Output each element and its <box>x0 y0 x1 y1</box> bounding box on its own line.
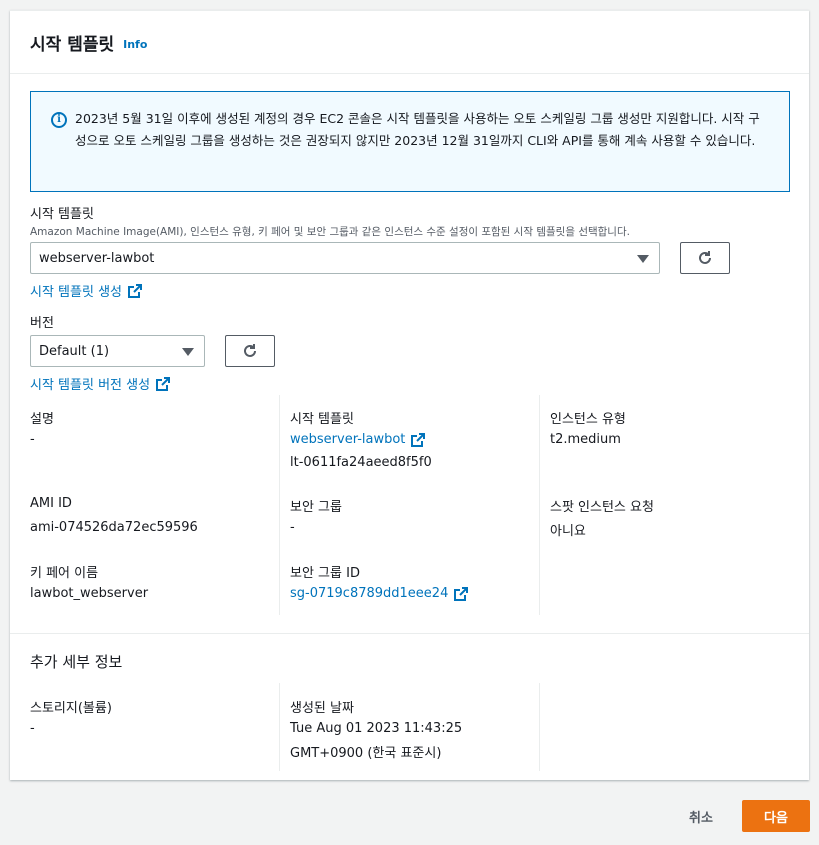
description-value: - <box>30 432 35 447</box>
template-detail-label: 시작 템플릿 <box>290 412 354 427</box>
external-link-icon <box>411 432 426 447</box>
column-divider <box>279 395 280 615</box>
key-pair-label: 키 페어 이름 <box>30 566 99 581</box>
version-field-label: 버전 <box>30 316 54 331</box>
created-date-line1: Tue Aug 01 2023 11:43:25 <box>290 721 463 736</box>
spot-request-value: 아니요 <box>550 524 586 539</box>
security-group-id-label: 보안 그룹 ID <box>290 566 360 581</box>
instance-type-value: t2.medium <box>550 432 621 447</box>
storage-label: 스토리지(볼륨) <box>30 701 112 716</box>
template-select[interactable]: webserver-lawbot <box>30 242 660 274</box>
template-id-value: lt-0611fa24aeed8f5f0 <box>290 455 432 470</box>
external-link-icon <box>454 586 469 601</box>
version-select-value: Default (1) <box>39 343 110 359</box>
template-detail-link-label: webserver-lawbot <box>290 432 406 447</box>
version-refresh-button[interactable] <box>225 335 275 367</box>
create-version-link[interactable]: 시작 템플릿 버전 생성 <box>30 374 171 393</box>
template-detail-link[interactable]: webserver-lawbot <box>290 432 426 447</box>
info-alert: i 2023년 5월 31일 이후에 생성된 계정의 경우 EC2 콘솔은 시작… <box>30 91 790 192</box>
template-select-value: webserver-lawbot <box>39 250 155 266</box>
refresh-icon <box>699 251 711 264</box>
next-button[interactable]: 다음 <box>742 800 810 832</box>
caret-down-icon <box>637 255 649 263</box>
cancel-button[interactable]: 취소 <box>681 800 721 832</box>
refresh-icon <box>244 344 256 357</box>
version-select[interactable]: Default (1) <box>30 335 205 367</box>
info-link[interactable]: Info <box>123 38 147 51</box>
alert-text: 2023년 5월 31일 이후에 생성된 계정의 경우 EC2 콘솔은 시작 템… <box>75 111 760 148</box>
template-refresh-button[interactable] <box>680 242 730 274</box>
instance-type-label: 인스턴스 유형 <box>550 412 626 427</box>
column-divider <box>539 683 540 771</box>
template-field-label: 시작 템플릿 <box>30 207 94 222</box>
ami-id-value: ami-074526da72ec59596 <box>30 520 198 535</box>
security-group-id-link-label: sg-0719c8789dd1eee24 <box>290 586 449 601</box>
column-divider <box>539 395 540 615</box>
description-label: 설명 <box>30 412 54 427</box>
create-template-link-label: 시작 템플릿 생성 <box>30 285 122 300</box>
info-icon: i <box>51 112 67 128</box>
caret-down-icon <box>182 348 194 356</box>
created-date-line2: GMT+0900 (한국 표준시) <box>290 746 442 761</box>
security-group-id-link[interactable]: sg-0719c8789dd1eee24 <box>290 586 469 601</box>
storage-value: - <box>30 721 35 736</box>
external-link-icon <box>128 283 142 298</box>
additional-details-title: 추가 세부 정보 <box>30 653 123 671</box>
security-group-value: - <box>290 520 295 535</box>
template-field-description: Amazon Machine Image(AMI), 인스턴스 유형, 키 페어… <box>30 226 630 238</box>
ami-id-label: AMI ID <box>30 496 72 511</box>
column-divider <box>279 683 280 771</box>
panel-title: 시작 템플릿 <box>30 34 115 55</box>
create-version-link-label: 시작 템플릿 버전 생성 <box>30 378 151 393</box>
external-link-icon <box>156 376 171 391</box>
launch-template-panel: 시작 템플릿 Info i 2023년 5월 31일 이후에 생성된 계정의 경… <box>10 10 809 780</box>
section-divider <box>10 633 809 634</box>
spot-request-label: 스팟 인스턴스 요청 <box>550 500 654 515</box>
security-group-label: 보안 그룹 <box>290 500 342 515</box>
panel-header: 시작 템플릿 Info <box>10 11 809 74</box>
create-template-link[interactable]: 시작 템플릿 생성 <box>30 281 142 300</box>
created-date-label: 생성된 날짜 <box>290 701 354 716</box>
key-pair-value: lawbot_webserver <box>30 586 149 601</box>
